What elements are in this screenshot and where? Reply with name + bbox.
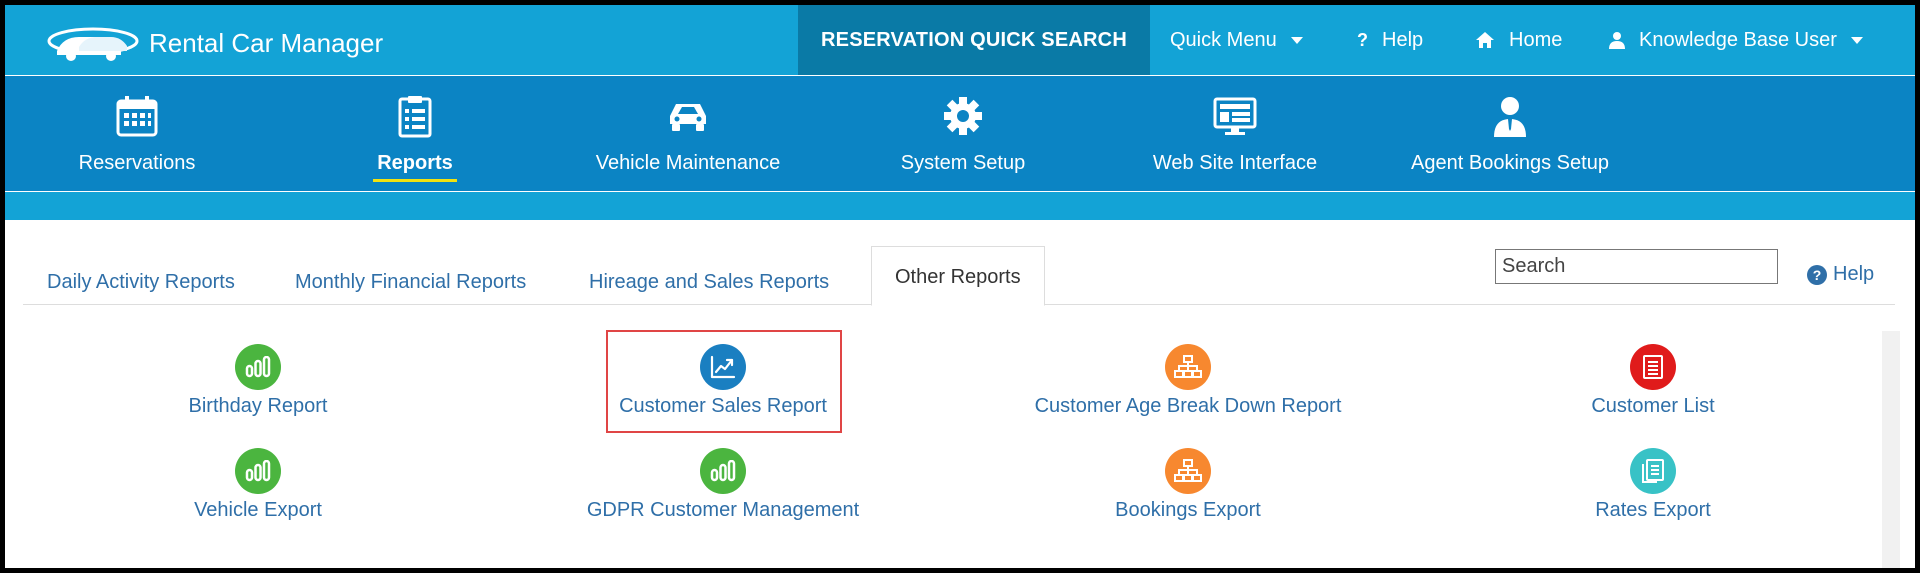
report-label: Birthday Report [188, 395, 328, 417]
help-link-label: Help [1833, 263, 1875, 285]
user-name: Knowledge Base User [1639, 28, 1837, 51]
car-icon [670, 104, 706, 131]
scrollbar[interactable] [1882, 331, 1900, 568]
report-label: Vehicle Export [194, 499, 322, 521]
calendar-icon [116, 96, 158, 137]
tab-hireage-and-sales-reports[interactable]: Hireage and Sales Reports [589, 260, 829, 305]
question-icon: ? [1357, 29, 1368, 50]
org-chart-icon [1165, 344, 1211, 390]
org-chart-icon [1165, 448, 1211, 494]
help-label: Help [1382, 28, 1424, 51]
report-label: Customer Age Break Down Report [1034, 395, 1342, 417]
nav-label: System Setup [900, 152, 1026, 174]
nav-label: Reservations [78, 152, 196, 174]
report-customer-age-break-down-report[interactable]: Customer Age Break Down Report [978, 344, 1398, 418]
clipboard-list-icon [398, 96, 432, 138]
home-button[interactable]: Home [1475, 5, 1562, 75]
bar-chart-icon [235, 448, 281, 494]
nav-item-vehicle-maintenance[interactable]: Vehicle Maintenance [578, 76, 798, 191]
quick-menu-label: Quick Menu [1170, 28, 1277, 51]
top-bar: Rental Car Manager RESERVATION QUICK SEA… [5, 5, 1915, 75]
nav-label: Agent Bookings Setup [1411, 152, 1609, 174]
report-label: GDPR Customer Management [586, 499, 860, 521]
home-icon [1475, 31, 1495, 49]
cars-logo-icon [47, 27, 139, 61]
document-icon [1630, 344, 1676, 390]
report-gdpr-customer-management[interactable]: GDPR Customer Management [513, 448, 933, 522]
help-link[interactable]: ? Help [1807, 263, 1874, 286]
nav-label: Web Site Interface [1152, 152, 1318, 174]
bar-chart-icon [700, 448, 746, 494]
app-title: Rental Car Manager [149, 27, 384, 58]
tab-monthly-financial-reports[interactable]: Monthly Financial Reports [295, 260, 526, 305]
nav-label: Vehicle Maintenance [595, 152, 781, 174]
report-vehicle-export[interactable]: Vehicle Export [48, 448, 468, 522]
quick-menu-dropdown[interactable]: Quick Menu [1170, 5, 1303, 75]
nav-item-reports[interactable]: Reports [325, 76, 505, 191]
report-bookings-export[interactable]: Bookings Export [978, 448, 1398, 522]
chevron-down-icon [1850, 36, 1863, 44]
sub-header-strip [5, 192, 1915, 220]
user-icon [1609, 31, 1625, 49]
brand[interactable]: Rental Car Manager [43, 23, 383, 63]
nav-item-system-setup[interactable]: System Setup [873, 76, 1053, 191]
nav-item-web-site-interface[interactable]: Web Site Interface [1130, 76, 1340, 191]
report-rates-export[interactable]: Rates Export [1443, 448, 1863, 522]
help-button[interactable]: ? Help [1357, 5, 1423, 75]
monitor-icon [1213, 97, 1257, 135]
report-label: Customer List [1591, 395, 1715, 417]
main-nav: Reservations Reports Vehicle Maintenance [5, 76, 1915, 193]
tab-other-reports[interactable]: Other Reports [871, 246, 1045, 306]
search-input[interactable] [1495, 249, 1778, 284]
home-label: Home [1509, 28, 1563, 51]
tab-daily-activity-reports[interactable]: Daily Activity Reports [47, 260, 235, 305]
report-label: Rates Export [1595, 499, 1711, 521]
chevron-down-icon [1290, 36, 1303, 44]
active-indicator [373, 179, 457, 182]
reservation-quick-search-button[interactable]: RESERVATION QUICK SEARCH [798, 5, 1150, 75]
documents-icon [1630, 448, 1676, 494]
nav-label: Reports [377, 152, 453, 174]
nav-item-reservations[interactable]: Reservations [47, 76, 227, 191]
nav-item-agent-bookings-setup[interactable]: Agent Bookings Setup [1400, 76, 1620, 191]
app-window: Rental Car Manager RESERVATION QUICK SEA… [5, 5, 1915, 568]
highlight-box [606, 330, 842, 433]
report-birthday-report[interactable]: Birthday Report [48, 344, 468, 418]
question-circle-icon: ? [1807, 264, 1827, 285]
agent-icon [1494, 97, 1526, 137]
user-menu-dropdown[interactable]: Knowledge Base User [1609, 5, 1863, 75]
gear-icon [944, 97, 982, 135]
report-label: Bookings Export [1115, 499, 1261, 521]
report-customer-list[interactable]: Customer List [1443, 344, 1863, 418]
bar-chart-icon [235, 344, 281, 390]
